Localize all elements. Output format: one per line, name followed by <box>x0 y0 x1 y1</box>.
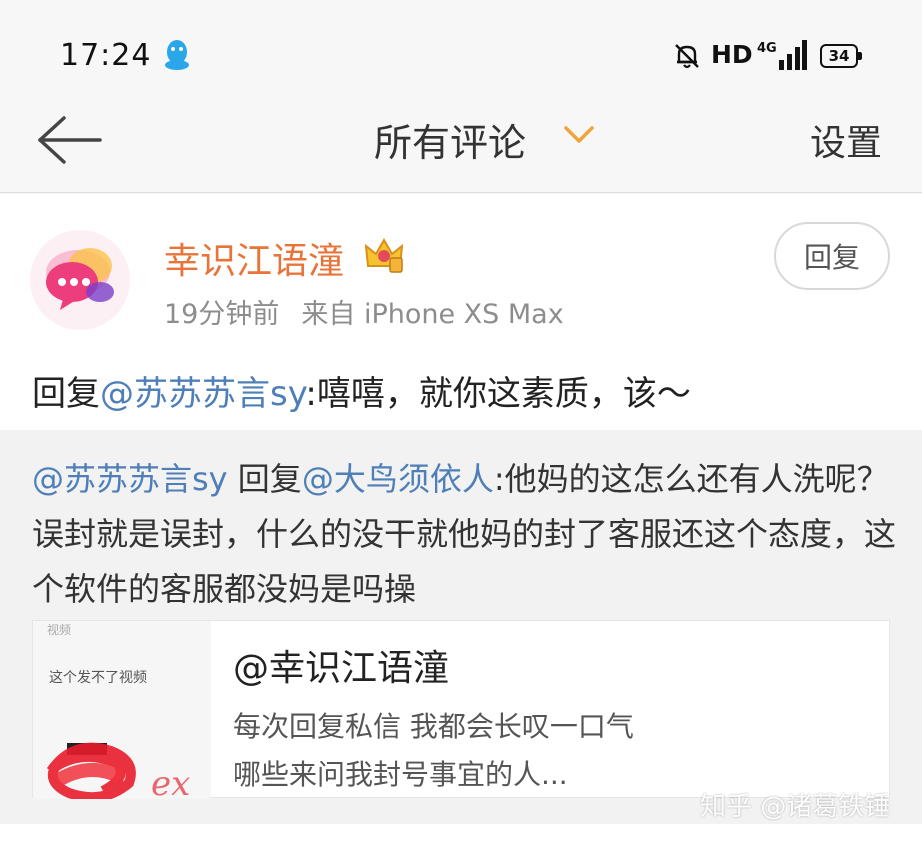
chevron-down-icon[interactable] <box>562 124 596 146</box>
signal-icon: 4G <box>757 40 807 70</box>
comment-body: :嘻嘻，就你这素质，该～ <box>305 374 691 414</box>
comment-item: 幸识江语潼 19分钟前 来自 iPhone XS Max 回复 回复@苏苏苏言sy… <box>0 194 922 430</box>
quoted-text: @苏苏苏言sy 回复@大鸟须依人:他妈的这怎么还有人洗呢？误封就是误封，什么的没… <box>32 452 902 617</box>
status-bar: 17:24 HD 4G 34 <box>0 0 922 100</box>
page-title[interactable]: 所有评论 <box>374 112 526 167</box>
redaction-scribble-icon: ex <box>46 742 190 799</box>
network-label: 4G <box>757 41 777 56</box>
comment-meta: 19分钟前 来自 iPhone XS Max <box>164 292 564 331</box>
quoted-reply-word: 回复 <box>227 460 302 498</box>
repost-thumbnail[interactable]: 视频 这个发不了视频 ex <box>33 621 211 799</box>
watermark: 知乎 @诸葛铁锤 <box>700 792 891 822</box>
username[interactable]: 幸识江语潼 <box>164 232 344 284</box>
chat-logo-icon <box>30 230 130 330</box>
nav-header: 所有评论 设置 <box>0 100 922 193</box>
quoted-target-mention[interactable]: @大鸟须依人 <box>302 460 494 498</box>
battery-icon: 34 <box>820 44 862 68</box>
bell-muted-icon <box>675 44 699 69</box>
repost-line: 每次回复私信 我都会长叹一口气 <box>233 710 634 743</box>
repost-author: @幸识江语潼 <box>233 648 450 689</box>
battery-level: 34 <box>820 44 858 68</box>
time-ago: 19分钟前 <box>164 299 280 330</box>
quoted-author-mention[interactable]: @苏苏苏言sy <box>32 460 228 498</box>
status-time: 17:24 <box>60 38 152 73</box>
vip-crown-icon <box>364 237 404 273</box>
qq-icon <box>165 40 189 70</box>
device-source: 来自 iPhone XS Max <box>301 299 564 330</box>
svg-text:ex: ex <box>151 764 190 799</box>
settings-button[interactable]: 设置 <box>810 114 882 166</box>
comment-text: 回复@苏苏苏言sy:嘻嘻，就你这素质，该～ <box>32 366 691 415</box>
reply-button[interactable]: 回复 <box>774 222 890 290</box>
repost-card[interactable]: 视频 这个发不了视频 ex @幸识江语潼 每次回复私信 我都会长叹一口气 哪些来… <box>32 620 890 799</box>
battery-tip <box>858 52 862 60</box>
reply-prefix: 回复 <box>32 374 100 414</box>
back-arrow-icon[interactable] <box>36 114 104 166</box>
mention-link[interactable]: @苏苏苏言sy <box>100 374 305 414</box>
next-item-edge <box>0 824 922 842</box>
repost-line: 哪些来问我封号事宜的人... <box>233 758 568 791</box>
avatar[interactable] <box>30 230 130 330</box>
hd-indicator: HD <box>711 40 753 69</box>
quoted-comment[interactable]: @苏苏苏言sy 回复@大鸟须依人:他妈的这怎么还有人洗呢？误封就是误封，什么的没… <box>0 430 922 824</box>
